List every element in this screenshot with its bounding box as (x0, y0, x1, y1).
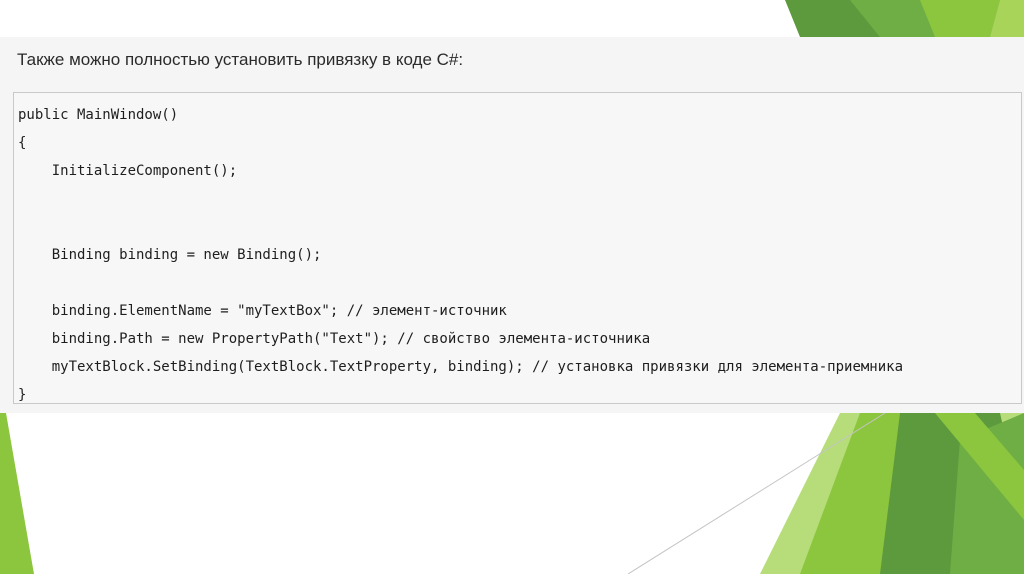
code-line: binding.Path = new PropertyPath("Text");… (18, 331, 651, 347)
code-block: public MainWindow() { InitializeComponen… (13, 92, 1022, 404)
code-line: binding.ElementName = "myTextBox"; // эл… (18, 303, 507, 319)
code-line: public MainWindow() (18, 107, 179, 123)
code-line: InitializeComponent(); (18, 163, 238, 179)
code-line: { (18, 135, 27, 151)
code-line: myTextBlock.SetBinding(TextBlock.TextPro… (18, 359, 904, 375)
intro-text: Также можно полностью установить привязк… (17, 50, 464, 69)
code-line: } (18, 387, 27, 403)
code-listing: public MainWindow() { InitializeComponen… (18, 101, 903, 409)
bottom-left-green-shape (0, 413, 34, 574)
code-line: Binding binding = new Binding(); (18, 247, 322, 263)
